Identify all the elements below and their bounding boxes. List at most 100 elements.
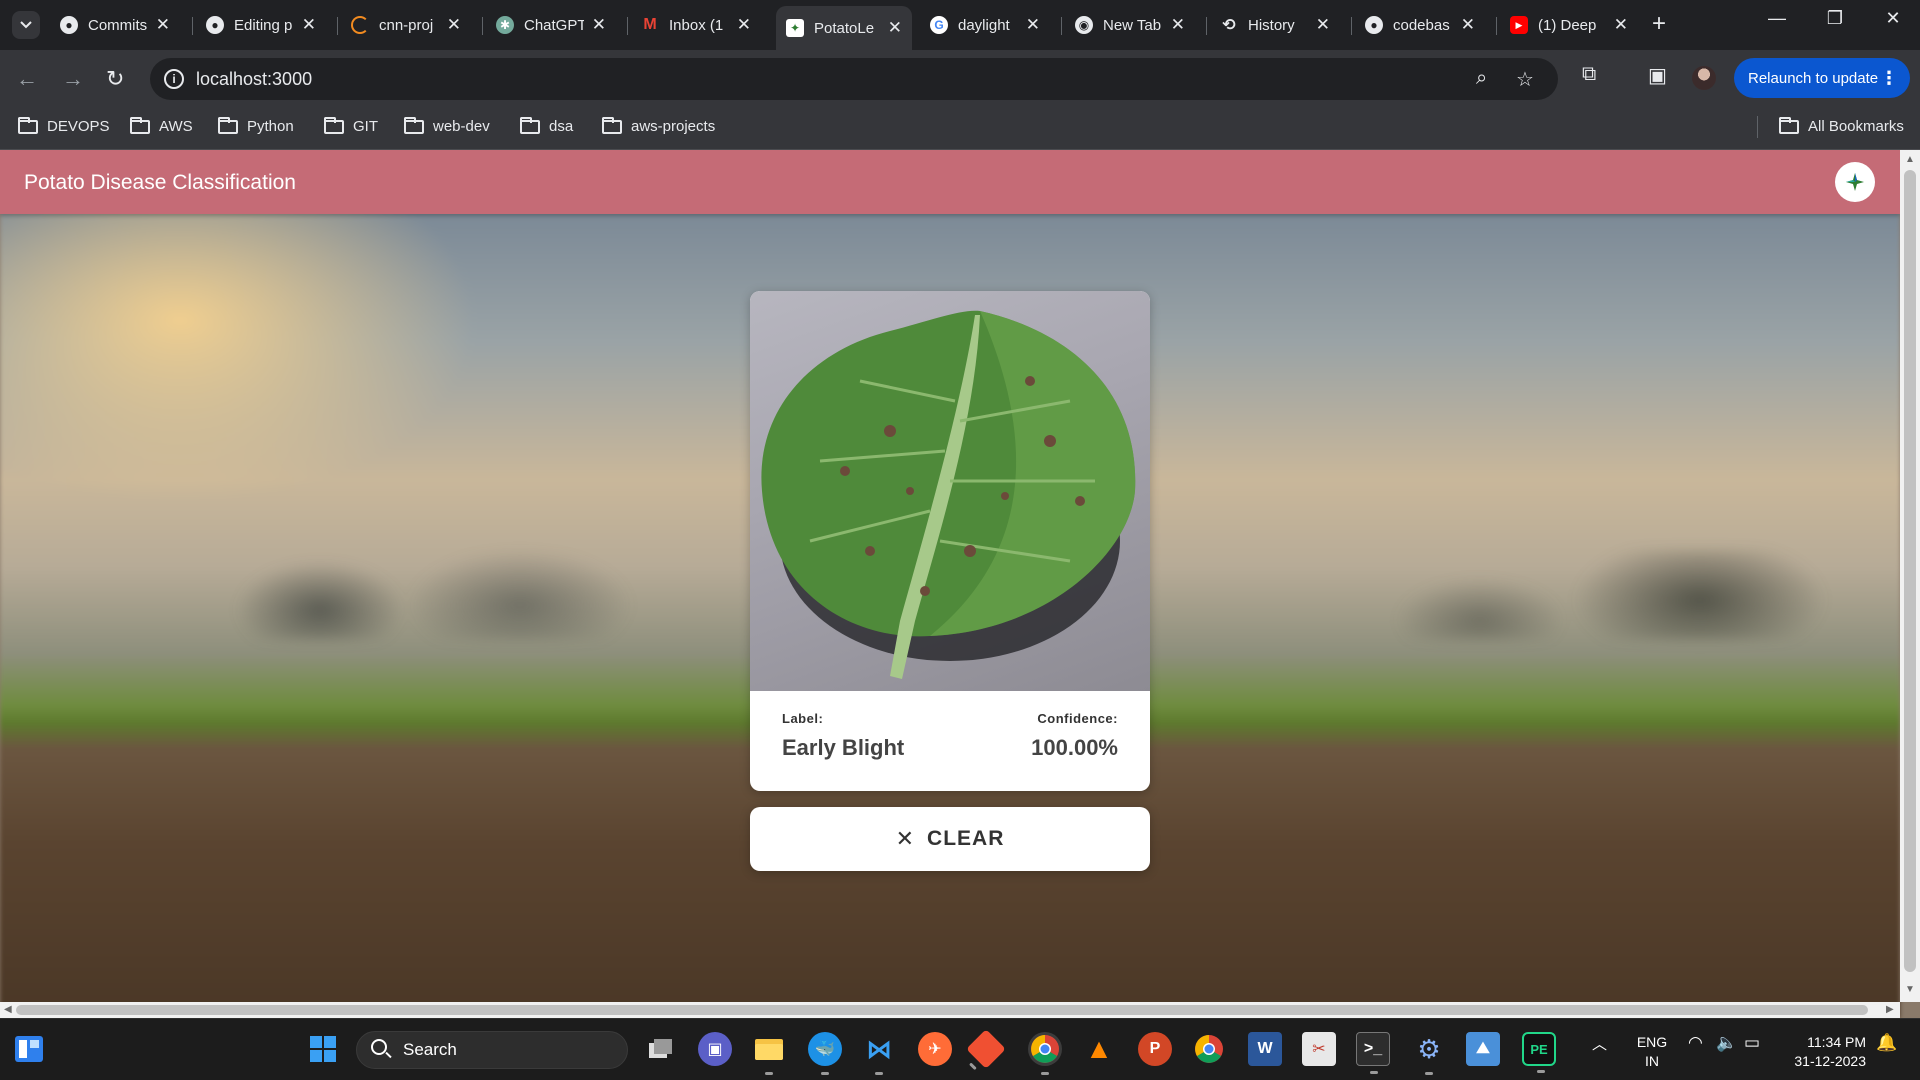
close-tab-icon[interactable]: ✕ xyxy=(1171,15,1185,35)
taskbar-search[interactable]: Search xyxy=(356,1031,628,1069)
tab-inbox[interactable]: M Inbox (1 ✕ xyxy=(631,8,761,42)
close-tab-icon[interactable]: ✕ xyxy=(447,15,461,35)
menu-dots-icon[interactable]: ⋮ xyxy=(1880,68,1898,89)
docker-icon[interactable]: 🐳 xyxy=(808,1032,842,1075)
chrome-icon[interactable] xyxy=(1028,1032,1062,1075)
tab-search-button[interactable] xyxy=(12,11,40,39)
url-text[interactable]: localhost:3000 xyxy=(196,69,312,90)
vlc-icon[interactable]: ▲ xyxy=(1082,1032,1116,1066)
vscode-icon[interactable]: ⋈ xyxy=(862,1032,896,1075)
extensions-icon[interactable]: ⧉ xyxy=(1582,63,1596,86)
scroll-down-icon[interactable]: ▼ xyxy=(1905,984,1915,995)
close-tab-icon[interactable]: ✕ xyxy=(888,18,902,38)
bookmark-folder-dsa[interactable]: dsa xyxy=(520,116,573,135)
scroll-left-icon[interactable]: ◀ xyxy=(4,1004,12,1015)
close-tab-icon[interactable]: ✕ xyxy=(592,15,606,35)
relaunch-button[interactable]: Relaunch to update ⋮ xyxy=(1734,58,1910,98)
settings-gear-icon[interactable]: ⚙ xyxy=(1412,1032,1446,1075)
start-windows-icon[interactable] xyxy=(306,1032,340,1066)
close-tab-icon[interactable]: ✕ xyxy=(737,15,751,35)
tab-cnn-proj[interactable]: cnn-proj ✕ xyxy=(341,8,471,42)
scroll-right-icon[interactable]: ▶ xyxy=(1886,1004,1894,1015)
postman-icon[interactable]: ✈ xyxy=(918,1032,952,1066)
new-tab-button[interactable]: + xyxy=(1652,10,1666,38)
volume-icon[interactable]: 🔈 xyxy=(1716,1033,1737,1053)
bookmark-star-icon[interactable]: ☆ xyxy=(1516,67,1534,92)
page-viewport: Potato Disease Classification Label: Con… xyxy=(0,150,1920,1018)
bookmark-label: DEVOPS xyxy=(47,118,110,135)
bookmark-folder-aws[interactable]: AWS xyxy=(130,116,193,135)
tab-editing[interactable]: ● Editing p ✕ xyxy=(196,8,326,42)
pycharm-icon[interactable]: PE xyxy=(1522,1032,1556,1073)
word-icon[interactable]: W xyxy=(1248,1032,1282,1066)
tab-potatole-active[interactable]: ✦ PotatoLe ✕ xyxy=(776,6,912,50)
tab-new-tab[interactable]: ◉ New Tab ✕ xyxy=(1065,8,1195,42)
tab-chatgpt[interactable]: ✱ ChatGPT ✕ xyxy=(486,8,616,42)
show-hidden-icons-chevron[interactable]: ︿ xyxy=(1592,1033,1607,1054)
predicted-label: Early Blight xyxy=(782,735,905,760)
bookmark-folder-web-dev[interactable]: web-dev xyxy=(404,116,490,135)
tab-commits[interactable]: ● Commits ✕ xyxy=(50,8,180,42)
forward-arrow-icon[interactable]: → xyxy=(62,66,84,92)
vertical-scroll-thumb[interactable] xyxy=(1904,170,1916,972)
close-tab-icon[interactable]: ✕ xyxy=(156,15,170,35)
widgets-icon[interactable] xyxy=(12,1032,46,1066)
google-icon: G xyxy=(930,16,948,34)
horizontal-scroll-thumb[interactable] xyxy=(16,1005,1868,1015)
chrome-profile-icon[interactable] xyxy=(1192,1032,1226,1066)
site-info-icon[interactable]: i xyxy=(164,69,184,89)
task-view-icon[interactable] xyxy=(644,1032,678,1066)
close-window-icon[interactable]: ✕ xyxy=(1868,8,1918,29)
system-clock[interactable]: 11:34 PM 31-12-2023 xyxy=(1782,1033,1866,1071)
tab-title: (1) Deep xyxy=(1538,16,1597,34)
snipping-tool-icon[interactable]: ✂ xyxy=(1302,1032,1336,1066)
github-icon: ● xyxy=(1365,16,1383,34)
side-panel-icon[interactable]: ▣ xyxy=(1648,63,1667,88)
horizontal-scrollbar[interactable]: ◀ ▶ xyxy=(0,1002,1900,1018)
reload-icon[interactable]: ↻ xyxy=(106,66,124,92)
clear-button[interactable]: ✕ CLEAR xyxy=(750,807,1150,871)
folder-icon xyxy=(18,116,38,134)
profile-avatar[interactable] xyxy=(1692,66,1716,90)
terminal-icon[interactable]: >_ xyxy=(1356,1032,1390,1074)
bookmark-folder-git[interactable]: GIT xyxy=(324,116,378,135)
back-arrow-icon[interactable]: ← xyxy=(16,66,38,92)
close-tab-icon[interactable]: ✕ xyxy=(302,15,316,35)
notification-bell-icon[interactable]: 🔔 xyxy=(1876,1033,1897,1053)
vertical-scrollbar[interactable]: ▲ ▼ xyxy=(1900,150,1920,1002)
search-icon xyxy=(371,1039,387,1055)
tab-daylight[interactable]: G daylight ✕ xyxy=(920,8,1050,42)
close-tab-icon[interactable]: ✕ xyxy=(1461,15,1475,35)
photos-icon[interactable]: ⛰ xyxy=(1466,1032,1500,1066)
close-tab-icon[interactable]: ✕ xyxy=(1614,15,1628,35)
leaf-image xyxy=(750,291,1150,691)
restore-icon[interactable]: ❐ xyxy=(1810,8,1860,29)
bookmark-label: web-dev xyxy=(433,118,490,135)
zoom-icon[interactable]: ⌕ xyxy=(1476,67,1487,90)
tab-title: codebas xyxy=(1393,16,1450,34)
tab-codebase[interactable]: ● codebas ✕ xyxy=(1355,8,1485,42)
powerpoint-icon[interactable]: P xyxy=(1138,1032,1172,1066)
minimize-icon[interactable]: — xyxy=(1752,8,1802,29)
address-bar[interactable]: i localhost:3000 ⌕ ☆ xyxy=(150,58,1558,100)
git-icon[interactable] xyxy=(966,1029,1006,1069)
tab-youtube[interactable]: ▶ (1) Deep ✕ xyxy=(1500,8,1638,42)
clear-label: CLEAR xyxy=(927,827,1005,850)
bookmark-folder-aws-projects[interactable]: aws-projects xyxy=(602,116,715,135)
file-explorer-icon[interactable] xyxy=(752,1032,786,1075)
battery-icon[interactable]: ▭ xyxy=(1744,1033,1760,1053)
bookmark-label: AWS xyxy=(159,118,193,135)
tab-history[interactable]: ⟲ History ✕ xyxy=(1210,8,1340,42)
search-label: Search xyxy=(403,1040,457,1059)
wifi-icon[interactable]: ◠ xyxy=(1688,1033,1703,1053)
language-indicator[interactable]: ENG IN xyxy=(1632,1033,1672,1071)
close-tab-icon[interactable]: ✕ xyxy=(1316,15,1330,35)
teams-chat-icon[interactable]: ▣ xyxy=(698,1032,732,1066)
scroll-up-icon[interactable]: ▲ xyxy=(1905,154,1915,165)
chatgpt-icon: ✱ xyxy=(496,16,514,34)
tab-title: Inbox (1 xyxy=(669,16,724,34)
bookmark-folder-devops[interactable]: DEVOPS xyxy=(18,116,110,135)
bookmark-folder-python[interactable]: Python xyxy=(218,116,294,135)
all-bookmarks-button[interactable]: All Bookmarks xyxy=(1779,116,1904,135)
close-tab-icon[interactable]: ✕ xyxy=(1026,15,1040,35)
